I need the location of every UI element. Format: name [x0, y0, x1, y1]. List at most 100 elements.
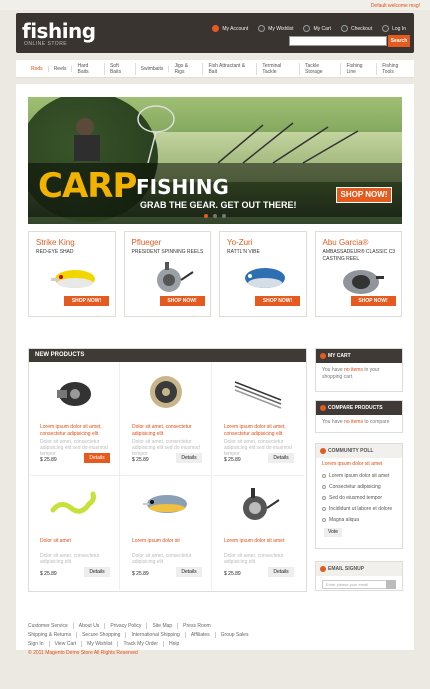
logo[interactable]: fishing: [22, 19, 96, 43]
shop-now-button[interactable]: SHOP NOW!: [255, 296, 300, 306]
nav-terminal-tackle[interactable]: Terminal Tackle: [257, 62, 301, 75]
email-bullet-icon: [320, 566, 326, 572]
footer-link[interactable]: Shipping & Returns: [28, 631, 78, 638]
product-card: Dolor sit amet Dolor sit amet, consectet…: [29, 476, 120, 590]
shop-now-button[interactable]: SHOP NOW!: [64, 296, 109, 306]
product-subtitle: AMBASSADEUR® CLASSIC C3 CASTING REEL: [322, 249, 396, 262]
shop-now-button[interactable]: SHOP NOW!: [159, 296, 205, 306]
shop-now-button[interactable]: SHOP NOW!: [350, 296, 396, 306]
poll-option[interactable]: Sed do eiusmod tempor: [316, 492, 402, 503]
email-signup-title: EMAIL SIGNUP: [316, 562, 402, 576]
poll-title: COMMUNITY POLL: [316, 444, 402, 458]
radio-icon[interactable]: [322, 495, 326, 500]
details-button[interactable]: Details: [84, 567, 110, 577]
footer-link[interactable]: Group Sales: [216, 632, 254, 638]
footer-link[interactable]: Customer Service: [28, 622, 74, 629]
search-button[interactable]: Search: [388, 35, 410, 47]
footer-link[interactable]: Affiliates: [186, 631, 216, 638]
nav-tackle-storage[interactable]: Tackle Storage: [300, 62, 342, 75]
hero-shop-now-button[interactable]: SHOP NOW!: [336, 187, 392, 203]
footer-row: Sign In View Cart My Wishlist Track My O…: [28, 639, 368, 648]
footer-link[interactable]: International Shipping: [126, 631, 186, 638]
lipless-crankbait-image: [245, 268, 285, 288]
footer-link[interactable]: Site Map: [147, 622, 179, 629]
wishlist-icon: [258, 25, 266, 32]
brand-name: Pflueger: [131, 238, 162, 247]
cart-message: You have no items in your shopping cart.: [316, 363, 402, 385]
products-grid: Lorem ipsum dolor sit amet, consectetur …: [29, 362, 306, 591]
poll-option[interactable]: Incididunt ut labore et dolore: [316, 503, 402, 514]
details-button[interactable]: Details: [176, 567, 202, 577]
pager-dot[interactable]: [204, 214, 208, 218]
my-wishlist-link[interactable]: My Wishlist: [258, 25, 293, 32]
radio-icon[interactable]: [322, 473, 326, 478]
details-button[interactable]: Details: [268, 453, 294, 463]
search-input[interactable]: [289, 36, 387, 46]
radio-icon[interactable]: [322, 484, 326, 489]
hero-fishing-text: FISHING: [136, 175, 229, 199]
poll-option[interactable]: Consectetur adipisicing: [316, 481, 402, 492]
nav-fishing-tools[interactable]: Fishing Tools: [377, 63, 414, 75]
poll-option[interactable]: Lorem ipsum dolor sit amet: [316, 470, 402, 481]
product-title[interactable]: Lorem ipsum dolor sit amet: [224, 538, 299, 545]
hero-banner[interactable]: CARP FISHING GRAB THE GEAR. GET OUT THER…: [28, 97, 402, 224]
logo-text: fishing: [22, 19, 96, 43]
footer-link[interactable]: View Cart: [50, 640, 83, 647]
footer-link[interactable]: Press Room: [178, 623, 216, 629]
product-title[interactable]: Dolor sit amet: [40, 538, 115, 545]
product-card: Lorem ipsum dolor sit amet, consectetur …: [213, 362, 304, 476]
email-signup-block: EMAIL SIGNUP Enter please your email: [315, 561, 403, 591]
vote-button[interactable]: Vote: [324, 528, 342, 537]
cart-bullet-icon: [320, 353, 326, 359]
crankbait-lure-image: [51, 270, 95, 288]
details-button[interactable]: Details: [176, 453, 202, 463]
footer-link[interactable]: Secure Shopping: [77, 631, 127, 638]
product-subtitle: RED-EYE SHAD: [36, 249, 74, 255]
brand-name: Abu Garcia®: [322, 238, 369, 247]
my-account-link[interactable]: My Account: [212, 25, 248, 32]
footer-link[interactable]: Privacy Policy: [105, 622, 148, 629]
my-cart-link[interactable]: My Cart: [303, 25, 331, 32]
nav-soft-baits[interactable]: Soft Baits: [105, 62, 136, 75]
footer-link[interactable]: Track My Order: [118, 640, 164, 647]
poll-option[interactable]: Magna aliqua: [316, 514, 402, 525]
compare-text: You have: [322, 419, 345, 425]
nav-jigs-rigs[interactable]: Jigs & Rigs: [169, 62, 204, 75]
product-description: Dolor sit amet, consectetur adipisicing …: [132, 553, 192, 565]
footer-link[interactable]: Help: [164, 641, 184, 647]
radio-icon[interactable]: [322, 517, 326, 522]
footer-link[interactable]: Sign In: [28, 640, 50, 647]
header-bar: fishing ONLINE STORE My Account My Wishl…: [16, 13, 414, 53]
pager-dot[interactable]: [222, 214, 226, 218]
radio-icon[interactable]: [322, 506, 326, 511]
nav-fishing-line[interactable]: Fishing Line: [341, 62, 378, 75]
product-title[interactable]: Lorem ipsum dolor sit amet, consectetur …: [224, 424, 299, 438]
email-field[interactable]: Enter please your email: [322, 580, 396, 589]
nav-swimbaits[interactable]: Swimbaits: [136, 65, 170, 72]
nav-fish-attractant[interactable]: Fish Attractant & Bait: [203, 62, 258, 75]
details-button[interactable]: Details: [84, 453, 110, 463]
welcome-message: Default welcome msg!: [370, 3, 420, 9]
product-title[interactable]: Lorem ipsum dolor sit amet, consectetur …: [40, 424, 115, 438]
product-title[interactable]: Lorem ipsum dolor sit: [132, 538, 207, 545]
nav-hard-baits[interactable]: Hard Baits: [72, 62, 105, 75]
link-label: Log In: [392, 25, 406, 32]
header-links: My Account My Wishlist My Cart Checkout …: [212, 25, 406, 32]
product-title[interactable]: Dolor sit amet, consectetur adipisicing …: [132, 424, 207, 438]
new-products-panel: NEW PRODUCTS Lorem ipsum dolor sit amet,…: [28, 348, 307, 592]
link-label: My Account: [222, 25, 249, 32]
pager-dot[interactable]: [213, 214, 217, 218]
checkout-link[interactable]: Checkout: [340, 25, 372, 32]
footer-link[interactable]: My Wishlist: [82, 640, 119, 647]
nav-rods[interactable]: Rods: [26, 65, 49, 72]
footer-link[interactable]: About Us: [74, 622, 106, 629]
login-link[interactable]: Log In: [382, 25, 406, 32]
subscribe-button[interactable]: [386, 580, 396, 589]
featured-card: Pflueger PRESIDENT SPINNING REELS SHOP N…: [123, 231, 211, 317]
hero-tagline: GRAB THE GEAR. GET OUT THERE!: [140, 200, 297, 210]
compare-bullet-icon: [320, 405, 326, 411]
compare-block: COMPARE PRODUCTS You have no items to co…: [315, 400, 403, 433]
nav-reels[interactable]: Reels: [49, 65, 73, 72]
compare-title: COMPARE PRODUCTS: [316, 401, 402, 415]
details-button[interactable]: Details: [268, 567, 294, 577]
